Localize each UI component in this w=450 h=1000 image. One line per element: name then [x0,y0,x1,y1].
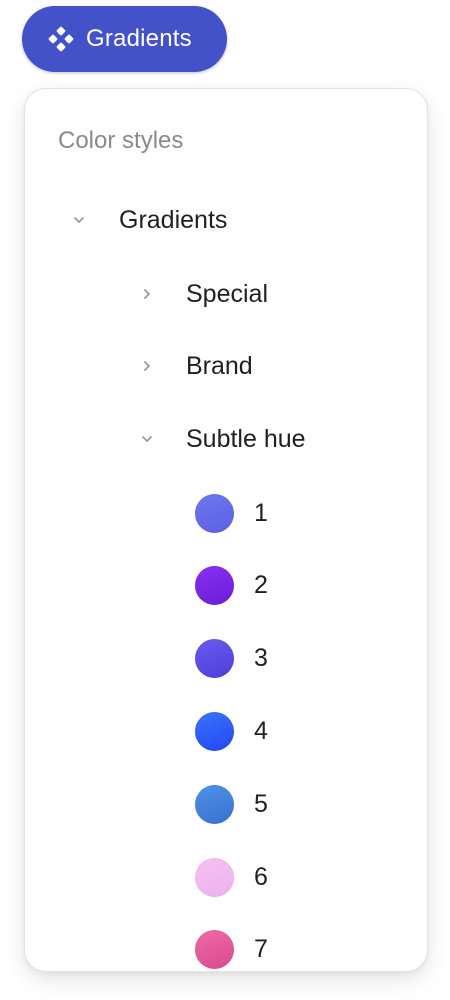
color-style-label: 2 [254,570,268,599]
color-swatch [195,493,234,533]
chevron-right-icon [137,284,157,304]
color-style-5[interactable]: 5 [195,784,268,824]
color-style-1[interactable]: 1 [195,493,268,533]
panel-title: Color styles [58,127,184,154]
tree-item-label: Brand [186,351,253,380]
color-style-7[interactable]: 7 [195,929,268,969]
color-styles-panel: Color styles Gradients Special Brand Sub… [24,88,428,972]
chevron-down-icon [137,429,157,449]
gradients-button[interactable]: Gradients [22,6,227,72]
gradients-button-label: Gradients [86,25,192,52]
chevron-right-icon [137,356,157,376]
color-style-label: 3 [254,643,268,672]
component-icon [48,26,74,52]
tree-item-brand[interactable]: Brand [137,346,253,386]
color-style-4[interactable]: 4 [195,711,268,751]
color-swatch [195,565,234,605]
color-style-3[interactable]: 3 [195,638,268,678]
color-swatch [195,857,234,897]
tree-item-subtle-hue[interactable]: Subtle hue [137,419,306,459]
color-style-2[interactable]: 2 [195,565,268,605]
tree-item-label: Subtle hue [186,424,306,453]
color-style-label: 5 [254,789,268,818]
color-style-label: 6 [254,862,268,891]
color-style-label: 4 [254,716,268,745]
tree-item-special[interactable]: Special [137,274,268,314]
tree-item-label: Gradients [119,205,228,234]
color-style-label: 1 [254,498,268,527]
color-style-6[interactable]: 6 [195,857,268,897]
color-swatch [195,638,234,678]
chevron-down-icon [69,210,89,230]
tree-item-label: Special [186,279,268,308]
color-style-label: 7 [254,934,268,963]
color-swatch [195,711,234,751]
tree-item-gradients[interactable]: Gradients [69,200,227,240]
color-swatch [195,784,234,824]
color-swatch [195,929,234,969]
